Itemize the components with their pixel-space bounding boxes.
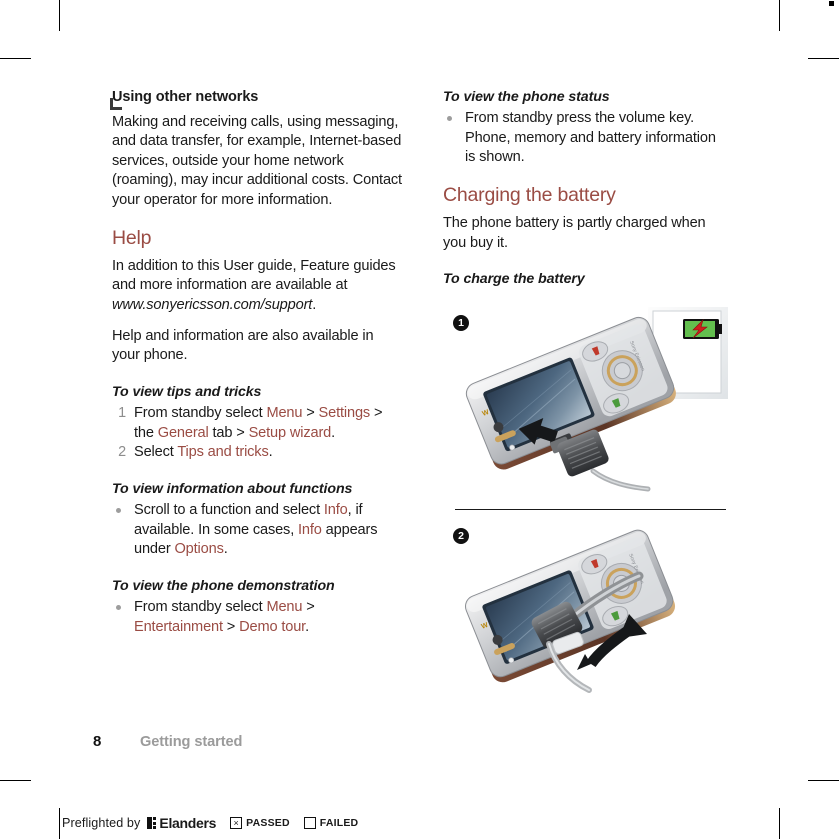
heading-using-other-networks: Using other networks [112, 89, 259, 105]
ui-term: Menu [266, 404, 303, 421]
crop-mark-bottom-left-vertical [59, 808, 60, 839]
step-marker-2: 2 [453, 528, 469, 544]
list-item: Scroll to a function and select Info, if… [112, 501, 402, 560]
preflight-label: Preflighted by [62, 816, 141, 830]
heading-to-view-information-about-functions: To view information about functions [112, 480, 353, 497]
ui-term: Entertainment [134, 618, 223, 635]
bullet-dot-icon [447, 116, 452, 122]
crop-mark-top-right-horizontal [808, 58, 839, 59]
ui-term: Demo tour [239, 618, 306, 635]
figure-2-illustration: Sony Ericsson W [464, 529, 676, 693]
left-text-column: Using other networks Making and receivin… [112, 88, 402, 639]
paragraph-help-in-phone: Help and information are also available … [112, 327, 374, 364]
ui-term: Tips and tricks [177, 444, 269, 461]
preflight-bar: Preflighted by Elanders × PASSED FAILED [62, 815, 358, 831]
bullet-functions-text: Scroll to a function and select Info, if… [134, 502, 378, 558]
charger-plug [550, 429, 651, 492]
failed-checkbox[interactable] [303, 817, 316, 829]
heading-charging-the-battery: Charging the battery [443, 184, 616, 207]
passed-checkbox[interactable]: × [230, 817, 243, 829]
crop-mark-bottom-right-horizontal [808, 780, 839, 781]
paragraph-using-other-networks: Making and receiving calls, using messag… [112, 113, 402, 209]
right-text-column: To view the phone status From standby pr… [443, 88, 728, 291]
elanders-mark-icon [147, 817, 157, 829]
failed-label: FAILED [319, 817, 359, 829]
list-item: 2 Select Tips and tricks. [112, 443, 402, 463]
list-item: 1 From standby select Menu > Settings > t… [112, 404, 402, 443]
elanders-wordmark: Elanders [159, 815, 217, 831]
bullet-status-text: From standby press the volume key. Phone… [465, 110, 716, 166]
crop-mark-top-right-vertical [779, 0, 780, 31]
demo-bullet-list: From standby select Menu > Entertainment… [112, 598, 402, 637]
ui-term: Info [298, 521, 322, 538]
step-marker-1: 1 [453, 315, 469, 331]
crop-mark-top-left-horizontal [0, 58, 31, 59]
elanders-logo: Elanders [147, 815, 216, 831]
figure-1-illustration: Sony Ericsson W [465, 307, 728, 492]
paragraph-charging-the-battery: The phone battery is partly charged when… [443, 215, 706, 251]
figure-rotate-charger: Sony Ericsson W 2 [443, 518, 728, 703]
step-text: From standby select Menu > Settings > th… [134, 404, 383, 441]
preflight-failed: FAILED [303, 817, 359, 829]
printed-page: Using other networks Making and receivin… [0, 0, 839, 839]
heading-to-view-tips-and-tricks: To view tips and tricks [112, 383, 262, 400]
bullet-demo-text: From standby select Menu > Entertainment… [134, 599, 315, 635]
ui-term: Info [323, 502, 348, 519]
functions-bullet-list: Scroll to a function and select Info, if… [112, 501, 402, 560]
crop-mark-bottom-right-vertical [779, 808, 780, 839]
bullet-dot-icon [116, 508, 121, 514]
tips-and-tricks-steps: 1 From standby select Menu > Settings > t… [112, 404, 402, 463]
step-text: Select Tips and tricks. [134, 444, 273, 461]
step-number: 2 [118, 444, 126, 461]
list-item: From standby select Menu > Entertainment… [112, 598, 402, 637]
crop-mark-top-left-vertical [59, 0, 60, 31]
passed-label: PASSED [246, 817, 290, 829]
step-number: 1 [118, 404, 126, 421]
ui-term: Menu [266, 599, 303, 616]
bullet-dot-icon [116, 605, 121, 611]
heading-to-view-phone-demonstration: To view the phone demonstration [112, 577, 335, 594]
figure-divider-rule [455, 509, 726, 510]
ui-term: Options [174, 541, 224, 558]
status-bullet-list: From standby press the volume key. Phone… [443, 109, 728, 168]
help-text-lead: In addition to this User guide, Feature … [112, 257, 396, 294]
heading-to-charge-the-battery: To charge the battery [443, 271, 585, 288]
ui-term: Settings [318, 404, 371, 421]
crop-mark-bottom-left-horizontal [0, 780, 31, 781]
registration-dot-top-right [829, 1, 834, 6]
heading-to-view-phone-status: To view the phone status [443, 89, 610, 105]
section-title: Getting started [140, 734, 243, 750]
help-text-period: . [312, 296, 317, 313]
list-item: From standby press the volume key. Phone… [443, 109, 728, 168]
heading-help: Help [112, 226, 152, 249]
ui-term: Setup wizard [248, 424, 332, 441]
page-number: 8 [93, 733, 102, 750]
ui-term: General [157, 424, 209, 441]
support-url: www.sonyericsson.com/support [112, 296, 313, 313]
paragraph-help-availability: In addition to this User guide, Feature … [112, 257, 402, 316]
figure-connect-charger: Sony Ericsson W 1 [443, 305, 728, 493]
preflight-passed: × PASSED [230, 817, 290, 829]
